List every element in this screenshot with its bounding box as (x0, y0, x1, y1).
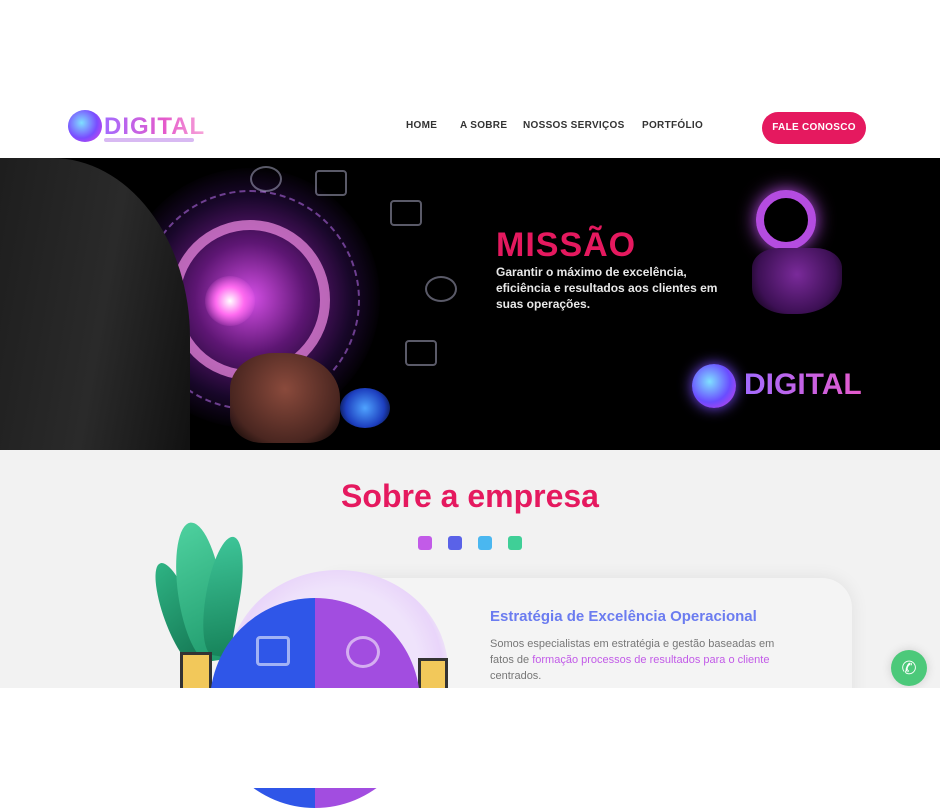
section-dot-blue (448, 536, 462, 550)
strategy-text: Somos especialistas em estratégia e gest… (490, 636, 800, 684)
logo-mark-icon (68, 110, 102, 142)
strategy-text-highlight: formação processos de resultados para o … (532, 654, 770, 666)
illustration-box-right (418, 658, 448, 692)
section-dot-green (508, 536, 522, 550)
neon-logo-text: DIGITAL (744, 368, 862, 401)
pie-document-icon (256, 636, 290, 666)
hero-blue-light (340, 388, 390, 428)
nav-item-about[interactable]: A SOBRE (460, 120, 507, 136)
hero-pointing-hand (752, 248, 842, 314)
illustration-box-left (180, 652, 212, 692)
hero-title: MISSÃO (496, 226, 637, 264)
whatsapp-icon[interactable]: ✆ (891, 650, 927, 686)
top-whitespace (0, 0, 940, 96)
strategy-title: Estratégia de Excelência Operacional (490, 608, 757, 625)
section-dot-purple (418, 536, 432, 550)
hud-globe-icon (425, 276, 457, 302)
nav-item-portfolio[interactable]: PORTFÓLIO (642, 120, 703, 136)
logo-text: DIGITAL (104, 113, 206, 140)
pie-gear-icon (346, 636, 380, 668)
site-logo[interactable]: DIGITAL (64, 104, 206, 148)
about-title: Sobre a empresa (341, 478, 599, 514)
power-icon (756, 190, 816, 250)
hero-hand (230, 353, 340, 443)
hud-screen-icon (405, 340, 437, 366)
nav-item-services[interactable]: NOSSOS SERVIÇOS (523, 120, 625, 136)
hero-neon-logo: DIGITAL (686, 356, 886, 416)
hud-circle-icon (250, 166, 282, 192)
section-dot-cyan (478, 536, 492, 550)
hud-window-icon (315, 170, 347, 196)
nav-item-home[interactable]: HOME (406, 120, 437, 136)
hero-glow-core (205, 276, 255, 326)
neon-logo-mark-icon (692, 364, 736, 408)
hero-text: Garantir o máximo de excelência, eficiên… (496, 265, 718, 311)
strategy-text-end: centrados. (490, 670, 542, 682)
contact-button[interactable]: FALE CONOSCO (762, 112, 866, 144)
logo-tagline-bar (104, 138, 194, 142)
bottom-whitespace (0, 688, 940, 788)
hud-chart-icon (390, 200, 422, 226)
